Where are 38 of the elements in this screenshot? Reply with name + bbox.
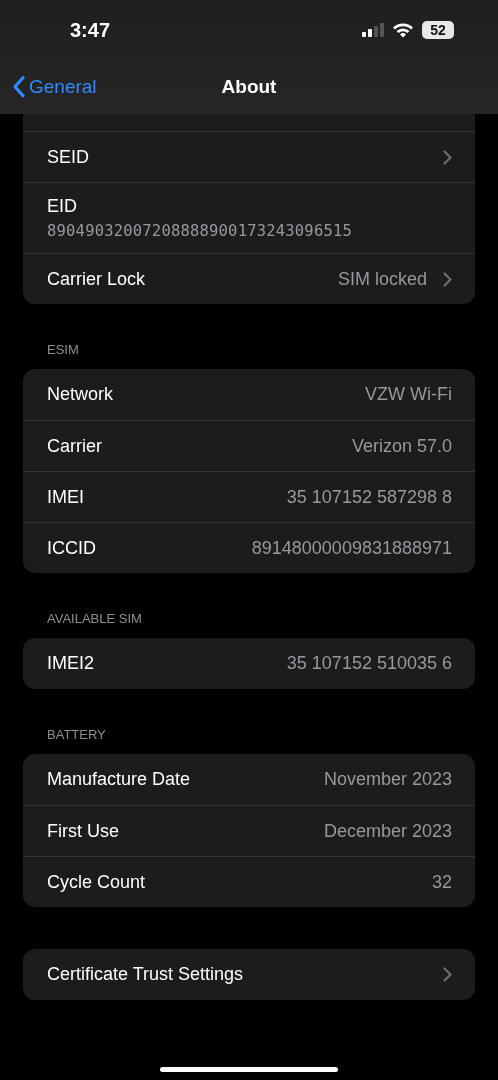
section-header: BATTERY xyxy=(46,725,107,744)
row-label: IMEI2 xyxy=(47,652,94,675)
row-label: Cycle Count xyxy=(47,870,146,894)
row-label: Network xyxy=(47,383,113,406)
row-label: Manufacture Date xyxy=(47,768,191,791)
back-button[interactable]: General xyxy=(12,72,97,102)
chevron-icon xyxy=(443,967,452,982)
section-header: AVAILABLE SIM xyxy=(46,609,143,628)
row-label: Carrier Lock xyxy=(47,267,146,291)
row-label: First Use xyxy=(47,819,119,843)
row-value: SIM locked xyxy=(337,267,427,291)
row-label: IMEI xyxy=(47,485,84,509)
chevron-icon xyxy=(443,271,452,287)
row-value: 89148000009831888971 xyxy=(251,536,452,560)
signal-icon xyxy=(362,23,384,37)
row-label: SEID xyxy=(47,145,89,169)
clock-time: 3:47 xyxy=(70,18,111,43)
chevron-icon xyxy=(443,149,452,165)
row-label: Carrier xyxy=(47,434,102,458)
row-value: Verizon 57.0 xyxy=(351,434,452,458)
row-value: VZW Wi-Fi xyxy=(365,383,452,406)
settings-row[interactable]: Certificate Trust Settings xyxy=(23,949,475,1000)
page-title: About xyxy=(221,74,277,99)
row-value: 35 107152 510035 6 xyxy=(286,652,452,675)
row-value: December 2023 xyxy=(323,819,452,843)
back-icon xyxy=(12,76,25,98)
row-label: Certificate Trust Settings xyxy=(47,963,244,986)
row-value: 32 xyxy=(431,870,452,894)
settings-row[interactable]: Carrier Lock SIM locked xyxy=(23,253,475,304)
battery-icon: 52 xyxy=(422,21,454,39)
row-value: November 2023 xyxy=(323,768,452,791)
row-label: EID xyxy=(47,194,77,218)
row-label: ICCID xyxy=(47,536,96,560)
wifi-icon xyxy=(392,22,414,38)
section-header: ESIM xyxy=(46,340,80,359)
row-value: 89049032007208888900173243096515 xyxy=(47,220,353,242)
row-value: 35 107152 587298 8 xyxy=(286,485,452,509)
settings-row[interactable]: SEID xyxy=(23,131,475,182)
